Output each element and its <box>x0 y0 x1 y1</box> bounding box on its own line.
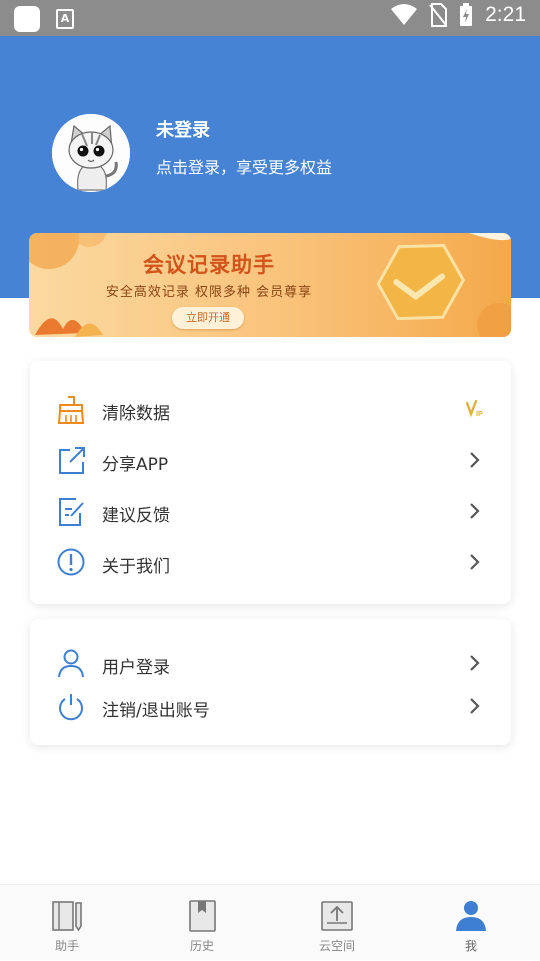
settings-card: 清除数据 IP 分享APP 建议反馈 关于我们 <box>30 361 511 604</box>
person-icon <box>456 901 486 931</box>
info-icon <box>57 548 85 576</box>
status-bar: A 2:21 <box>0 0 540 36</box>
menu-item-feedback[interactable]: 建议反馈 <box>30 489 511 533</box>
feedback-icon <box>59 498 84 526</box>
tab-label: 助手 <box>54 939 79 953</box>
cat-avatar-icon <box>52 114 130 192</box>
tab-history[interactable]: 历史 <box>162 885 242 961</box>
activate-button[interactable]: 立即开通 <box>172 307 244 329</box>
login-status-title[interactable]: 未登录 <box>156 116 210 142</box>
menu-label: 关于我们 <box>102 557 170 577</box>
avatar[interactable] <box>52 114 130 192</box>
menu-label: 清除数据 <box>102 404 170 424</box>
wifi-icon <box>391 4 418 25</box>
battery-charging-icon <box>460 3 473 26</box>
menu-label: 建议反馈 <box>102 506 170 526</box>
vip-banner[interactable]: 会议记录助手 安全高效记录 权限多种 会员尊享 立即开通 <box>29 233 511 337</box>
chevron-right-icon <box>470 655 480 671</box>
tab-label: 我 <box>464 939 477 953</box>
menu-label: 用户登录 <box>102 658 170 678</box>
no-sim-icon <box>429 3 448 27</box>
menu-item-clear-data[interactable]: 清除数据 IP <box>30 387 511 431</box>
account-card: 用户登录 注销/退出账号 <box>30 619 511 745</box>
vip-badge-icon: IP <box>466 400 483 418</box>
menu-label: 注销/退出账号 <box>102 701 210 721</box>
tab-assistant[interactable]: 助手 <box>27 885 107 961</box>
tab-me[interactable]: 我 <box>431 885 511 961</box>
share-icon <box>59 447 85 474</box>
chevron-right-icon <box>470 554 480 570</box>
menu-item-share-app[interactable]: 分享APP <box>30 438 511 482</box>
user-icon <box>58 649 84 678</box>
menu-item-logout[interactable]: 注销/退出账号 <box>30 684 511 728</box>
banner-subtitle: 安全高效记录 权限多种 会员尊享 <box>105 285 313 300</box>
tab-label: 历史 <box>189 939 214 953</box>
menu-label: 分享APP <box>102 455 169 475</box>
chevron-right-icon <box>470 452 480 468</box>
chevron-right-icon <box>470 503 480 519</box>
tab-cloud-space[interactable]: 云空间 <box>297 885 377 961</box>
menu-item-user-login[interactable]: 用户登录 <box>30 641 511 685</box>
power-icon <box>59 694 83 721</box>
app-notification-icon <box>14 6 40 32</box>
svg-text:IP: IP <box>476 411 483 418</box>
status-time: 2:21 <box>485 3 526 26</box>
login-hint[interactable]: 点击登录，享受更多权益 <box>156 154 332 178</box>
upload-tray-icon <box>321 901 353 931</box>
bookmark-book-icon <box>189 900 216 932</box>
notebook-icon <box>52 901 82 932</box>
banner-title: 会议记录助手 <box>143 253 275 277</box>
menu-item-about-us[interactable]: 关于我们 <box>30 540 511 584</box>
bottom-tab-bar: 助手 历史 云空间 我 <box>0 884 540 960</box>
broom-icon <box>57 396 85 424</box>
text-notification-icon: A <box>56 9 74 29</box>
tab-label: 云空间 <box>318 939 355 953</box>
chevron-right-icon <box>470 698 480 714</box>
